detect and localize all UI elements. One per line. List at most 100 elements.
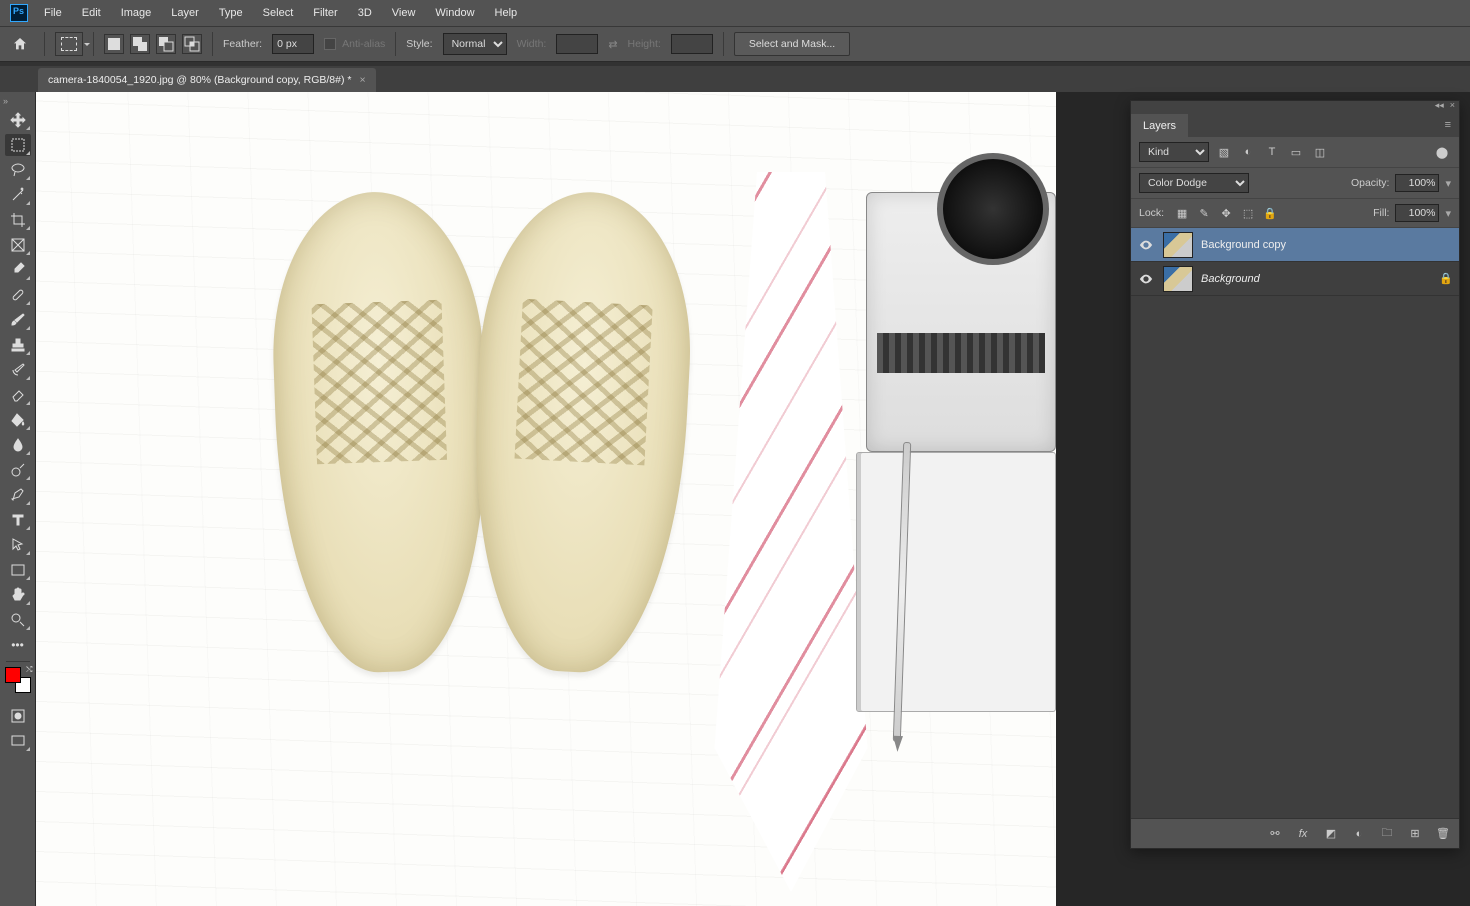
style-select[interactable]: Normal bbox=[443, 33, 507, 55]
quick-mask-button[interactable] bbox=[5, 705, 31, 727]
menu-filter[interactable]: Filter bbox=[303, 2, 347, 24]
selection-add-button[interactable] bbox=[130, 34, 150, 54]
swap-colors-icon[interactable]: ⤭ bbox=[26, 665, 32, 675]
menu-help[interactable]: Help bbox=[485, 2, 528, 24]
eraser-tool[interactable] bbox=[5, 384, 31, 406]
new-layer-icon[interactable]: ⊞ bbox=[1407, 826, 1423, 842]
lock-image-icon[interactable]: ✎ bbox=[1196, 205, 1212, 221]
squares-subtract-icon bbox=[158, 36, 174, 52]
feather-input[interactable] bbox=[272, 34, 314, 54]
lock-artboard-icon[interactable]: ⬚ bbox=[1240, 205, 1256, 221]
menu-type[interactable]: Type bbox=[209, 2, 253, 24]
clone-stamp-tool[interactable] bbox=[5, 334, 31, 356]
marquee-tool[interactable] bbox=[5, 134, 31, 156]
frame-tool[interactable] bbox=[5, 234, 31, 256]
tool-preset-picker[interactable] bbox=[55, 32, 83, 56]
layer-style-icon[interactable]: fx bbox=[1295, 826, 1311, 842]
panel-menu-icon[interactable]: ≡ bbox=[1437, 113, 1459, 137]
color-swatch[interactable]: ⤭ bbox=[5, 667, 31, 693]
layer-thumbnail[interactable] bbox=[1163, 266, 1193, 292]
move-tool[interactable] bbox=[5, 109, 31, 131]
foreground-color[interactable] bbox=[5, 667, 21, 683]
menu-select[interactable]: Select bbox=[253, 2, 304, 24]
menu-file[interactable]: File bbox=[34, 2, 72, 24]
gradient-tool[interactable] bbox=[5, 409, 31, 431]
layer-name[interactable]: Background copy bbox=[1201, 239, 1286, 251]
select-and-mask-button[interactable]: Select and Mask... bbox=[734, 32, 850, 56]
opacity-dropdown-icon[interactable]: ▾ bbox=[1445, 177, 1451, 190]
selection-intersect-button[interactable] bbox=[182, 34, 202, 54]
visibility-toggle[interactable] bbox=[1137, 270, 1155, 288]
layer-row[interactable]: Background 🔒 bbox=[1131, 262, 1459, 296]
lock-transparency-icon[interactable]: ▦ bbox=[1174, 205, 1190, 221]
delete-layer-icon[interactable]: 🗑 bbox=[1435, 826, 1451, 842]
close-panel-icon[interactable]: × bbox=[1450, 100, 1455, 110]
menu-view[interactable]: View bbox=[382, 2, 426, 24]
lock-label: Lock: bbox=[1139, 207, 1164, 219]
layers-tab[interactable]: Layers bbox=[1131, 114, 1188, 138]
group-layers-icon[interactable]: 🗀 bbox=[1379, 826, 1395, 842]
dots-icon: ••• bbox=[11, 638, 24, 652]
fill-label: Fill: bbox=[1373, 207, 1389, 219]
lock-position-icon[interactable]: ✥ bbox=[1218, 205, 1234, 221]
bucket-icon bbox=[10, 412, 26, 428]
document-canvas[interactable] bbox=[36, 92, 1056, 906]
document-tab-title: camera-1840054_1920.jpg @ 80% (Backgroun… bbox=[48, 74, 351, 86]
menu-edit[interactable]: Edit bbox=[72, 2, 111, 24]
close-tab-icon[interactable]: × bbox=[359, 74, 365, 86]
collapse-icon[interactable]: ◂◂ bbox=[1435, 100, 1444, 111]
edit-toolbar-button[interactable]: ••• bbox=[5, 634, 31, 656]
menu-image[interactable]: Image bbox=[111, 2, 162, 24]
separator bbox=[212, 32, 213, 56]
brush-tool[interactable] bbox=[5, 309, 31, 331]
hand-tool[interactable] bbox=[5, 584, 31, 606]
layer-thumbnail[interactable] bbox=[1163, 232, 1193, 258]
screen-mode-button[interactable] bbox=[5, 730, 31, 752]
menu-layer[interactable]: Layer bbox=[161, 2, 209, 24]
rectangle-tool[interactable] bbox=[5, 559, 31, 581]
fill-input[interactable] bbox=[1395, 204, 1439, 222]
home-button[interactable] bbox=[6, 32, 34, 56]
blur-tool[interactable] bbox=[5, 434, 31, 456]
home-icon bbox=[12, 36, 28, 52]
zoom-tool[interactable] bbox=[5, 609, 31, 631]
layer-name[interactable]: Background bbox=[1201, 273, 1260, 285]
lasso-tool[interactable] bbox=[5, 159, 31, 181]
eyedropper-tool[interactable] bbox=[5, 259, 31, 281]
menu-window[interactable]: Window bbox=[425, 2, 484, 24]
path-selection-tool[interactable] bbox=[5, 534, 31, 556]
link-layers-icon[interactable]: ⚯ bbox=[1267, 826, 1283, 842]
adjustment-layer-icon[interactable]: ◐ bbox=[1351, 826, 1367, 842]
visibility-toggle[interactable] bbox=[1137, 236, 1155, 254]
history-brush-tool[interactable] bbox=[5, 359, 31, 381]
opacity-input[interactable] bbox=[1395, 174, 1439, 192]
panel-handle[interactable]: ◂◂ × bbox=[1131, 101, 1459, 109]
blend-mode-select[interactable]: Color Dodge bbox=[1139, 173, 1249, 193]
filter-kind-select[interactable]: Kind bbox=[1139, 142, 1209, 162]
lock-all-icon[interactable]: 🔒 bbox=[1262, 205, 1278, 221]
filter-adjustment-icon[interactable]: ◐ bbox=[1239, 143, 1257, 161]
menu-bar: File Edit Image Layer Type Select Filter… bbox=[0, 0, 1470, 26]
magic-wand-tool[interactable] bbox=[5, 184, 31, 206]
menu-3d[interactable]: 3D bbox=[348, 2, 382, 24]
height-input bbox=[671, 34, 713, 54]
expand-panel-icon[interactable]: » bbox=[0, 96, 8, 106]
layer-row[interactable]: Background copy bbox=[1131, 228, 1459, 262]
fill-dropdown-icon[interactable]: ▾ bbox=[1445, 207, 1451, 220]
filter-shape-icon[interactable]: ▭ bbox=[1287, 143, 1305, 161]
document-tab[interactable]: camera-1840054_1920.jpg @ 80% (Backgroun… bbox=[38, 68, 376, 92]
selection-subtract-button[interactable] bbox=[156, 34, 176, 54]
healing-brush-tool[interactable] bbox=[5, 284, 31, 306]
filter-pixel-icon[interactable]: ▧ bbox=[1215, 143, 1233, 161]
feather-label: Feather: bbox=[223, 38, 262, 50]
type-tool[interactable] bbox=[5, 509, 31, 531]
crop-tool[interactable] bbox=[5, 209, 31, 231]
layer-mask-icon[interactable]: ◩ bbox=[1323, 826, 1339, 842]
layer-list: Background copy Background 🔒 bbox=[1131, 228, 1459, 818]
filter-type-icon[interactable]: T bbox=[1263, 143, 1281, 161]
filter-smart-icon[interactable]: ◫ bbox=[1311, 143, 1329, 161]
pen-tool[interactable] bbox=[5, 484, 31, 506]
dodge-tool[interactable] bbox=[5, 459, 31, 481]
filter-toggle-icon[interactable]: ⬤ bbox=[1433, 143, 1451, 161]
selection-new-button[interactable] bbox=[104, 34, 124, 54]
